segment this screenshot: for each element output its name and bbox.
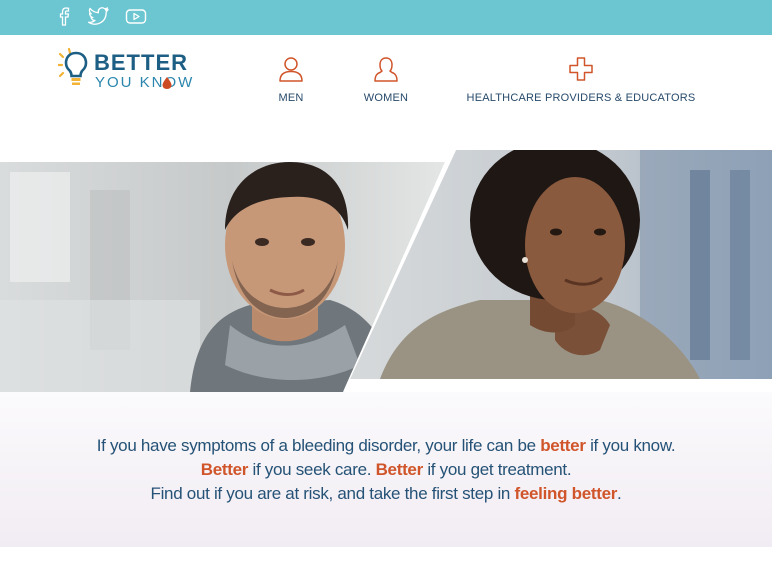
logo-text-you-know: YOU KNOW (95, 74, 195, 91)
person-icon (279, 57, 303, 82)
tagline-highlight-2c: Better (375, 460, 424, 479)
tagline-line-3: Find out if you are at risk, and take th… (0, 482, 772, 506)
youtube-icon (125, 9, 147, 24)
tagline-line-1: If you have symptoms of a bleeding disor… (0, 434, 772, 458)
nav-healthcare-providers[interactable]: HEALTHCARE PROVIDERS & EDUCATORS (465, 56, 697, 104)
tagline-text: If you have symptoms of a bleeding disor… (0, 434, 772, 506)
tagline-highlight-1: better (540, 436, 586, 455)
facebook-icon (59, 7, 70, 26)
lightbulb-icon (58, 48, 88, 85)
tagline-text-1a: If you have symptoms of a bleeding disor… (96, 436, 541, 455)
tagline-text-1c: if you know. (585, 436, 676, 455)
tagline-text-2b: if you seek care. (248, 460, 376, 479)
tagline-line-2: Better if you seek care. Better if you g… (0, 458, 772, 482)
tagline-highlight-3: feeling better (514, 484, 618, 503)
tagline-highlight-2a: Better (200, 460, 249, 479)
nav-men[interactable]: MEN (271, 56, 311, 104)
hero-banner (0, 150, 772, 392)
twitter-icon (87, 7, 109, 25)
tagline-section: If you have symptoms of a bleeding disor… (0, 392, 772, 547)
nav-label-women: WOMEN (363, 92, 409, 104)
tagline-text-2d: if you get treatment. (422, 460, 572, 479)
nav-women[interactable]: WOMEN (356, 56, 416, 104)
blood-drop-icon (162, 77, 172, 89)
nav-label-healthcare: HEALTHCARE PROVIDERS & EDUCATORS (466, 92, 696, 104)
tagline-text-3c: . (617, 484, 622, 503)
site-logo[interactable]: BETTER YOU KNOW (58, 48, 198, 92)
tagline-text-3a: Find out if you are at risk, and take th… (150, 484, 515, 503)
logo-text-better: BETTER (94, 50, 188, 75)
youtube-link[interactable] (125, 5, 147, 27)
person-icon (374, 57, 398, 82)
medical-cross-icon (569, 57, 593, 81)
facebook-link[interactable] (57, 5, 71, 27)
twitter-link[interactable] (86, 5, 110, 27)
social-bar (0, 0, 772, 35)
nav-label-men: MEN (278, 92, 304, 104)
